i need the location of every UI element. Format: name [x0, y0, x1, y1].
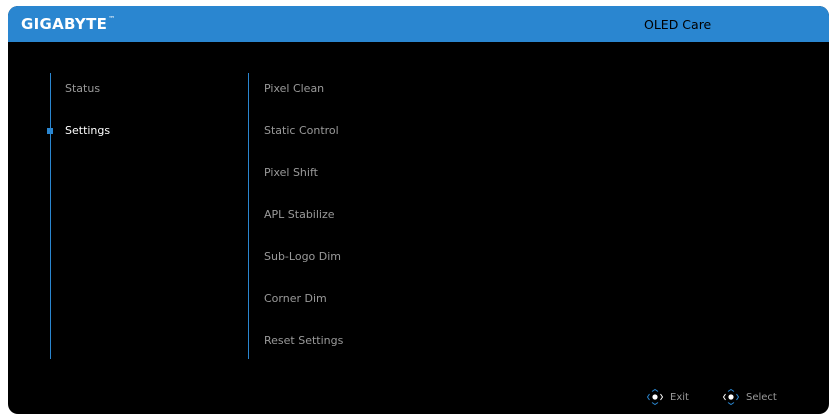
- brand-logo: GIGABYTE™: [21, 15, 115, 33]
- select-label: Select: [746, 391, 777, 403]
- option-corner-dim[interactable]: Corner Dim: [264, 292, 327, 305]
- option-pixel-shift[interactable]: Pixel Shift: [264, 166, 318, 179]
- exit-label: Exit: [670, 391, 689, 403]
- option-pixel-clean[interactable]: Pixel Clean: [264, 82, 324, 95]
- nav-divider-line: [50, 73, 51, 359]
- nav-item-settings[interactable]: Settings: [65, 124, 110, 137]
- option-static-control[interactable]: Static Control: [264, 124, 339, 137]
- nav-item-status[interactable]: Status: [65, 82, 100, 95]
- option-reset-settings[interactable]: Reset Settings: [264, 334, 343, 347]
- menu-title: OLED Care: [644, 17, 712, 32]
- osd-window: GIGABYTE™ OLED Care Status Settings Pixe…: [8, 6, 829, 414]
- option-sub-logo-dim[interactable]: Sub-Logo Dim: [264, 250, 341, 263]
- select-hint: Select: [722, 388, 777, 406]
- options-divider-line: [248, 73, 249, 359]
- joystick-icon: [646, 388, 664, 406]
- exit-hint: Exit: [646, 388, 689, 406]
- header-bar: GIGABYTE™ OLED Care: [8, 6, 829, 42]
- brand-trademark: ™: [108, 15, 116, 23]
- brand-name: GIGABYTE: [21, 15, 108, 33]
- joystick-icon: [722, 388, 740, 406]
- option-apl-stabilize[interactable]: APL Stabilize: [264, 208, 335, 221]
- selected-indicator: [47, 128, 53, 134]
